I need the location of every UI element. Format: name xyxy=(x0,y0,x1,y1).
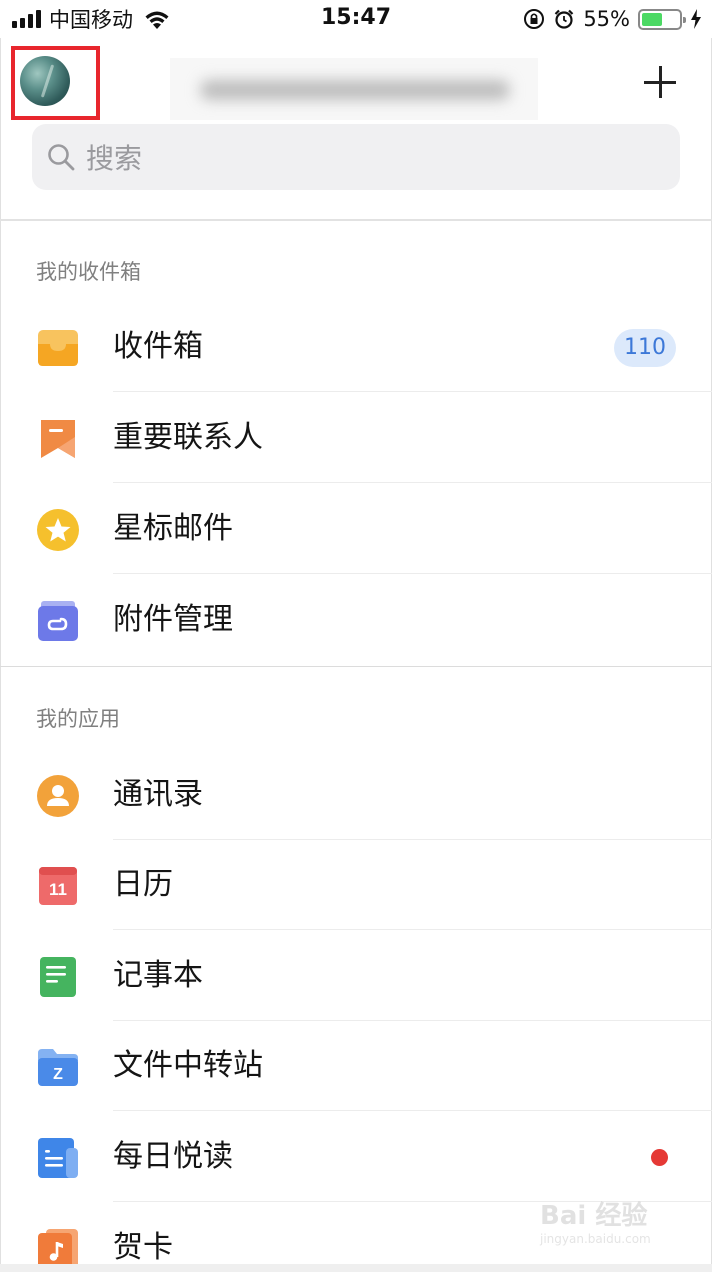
list-item-contacts[interactable]: 通讯录 xyxy=(0,750,712,840)
list-item-label: 日历 xyxy=(113,867,173,902)
baidu-jingyan-watermark: Bai 经验 jingyan.baidu.com xyxy=(540,1195,680,1255)
list-item-calendar[interactable]: 11 日历 xyxy=(0,840,712,930)
star-icon xyxy=(37,509,79,551)
unread-count-badge: 110 xyxy=(614,329,676,367)
watermark-subtext: jingyan.baidu.com xyxy=(540,1232,651,1246)
inbox-icon xyxy=(38,330,78,366)
list-item-starred-mail[interactable]: 星标邮件 xyxy=(0,484,712,574)
orientation-lock-icon xyxy=(524,9,545,29)
header xyxy=(0,38,712,124)
folder-icon-letter: Z xyxy=(53,1066,63,1083)
list-item-label: 贺卡 xyxy=(113,1230,173,1265)
list-item-label: 附件管理 xyxy=(113,602,233,637)
section-title-inbox: 我的收件箱 xyxy=(36,260,141,284)
contacts-icon xyxy=(37,775,79,817)
add-button[interactable] xyxy=(636,58,684,106)
avatar[interactable] xyxy=(20,56,70,106)
row-divider xyxy=(113,573,712,574)
list-item-inbox[interactable]: 收件箱 110 xyxy=(0,302,712,392)
search-placeholder: 搜索 xyxy=(86,142,143,175)
row-divider xyxy=(113,1110,712,1111)
list-item-label: 文件中转站 xyxy=(113,1048,263,1083)
search-icon xyxy=(48,144,75,171)
list-item-file-transfer[interactable]: Z 文件中转站 xyxy=(0,1021,712,1111)
battery-cap xyxy=(683,16,686,23)
list-item-label: 收件箱 xyxy=(113,329,203,364)
calendar-icon: 11 xyxy=(39,867,77,905)
search-input[interactable]: 搜索 xyxy=(32,124,680,190)
folder-icon: Z xyxy=(38,1049,78,1086)
section-title-apps: 我的应用 xyxy=(36,707,120,731)
list-item-label: 记事本 xyxy=(113,958,203,993)
calendar-icon-day: 11 xyxy=(49,880,67,899)
list-item-daily-reading[interactable]: 每日悦读 xyxy=(0,1112,712,1202)
status-bar-right: 55% xyxy=(523,6,702,32)
bottom-strip xyxy=(0,1264,712,1272)
reading-icon xyxy=(38,1138,78,1178)
battery-icon xyxy=(638,8,686,30)
list-item-label: 通讯录 xyxy=(113,777,203,812)
alarm-icon xyxy=(555,9,574,29)
section-divider xyxy=(0,666,712,667)
list-item-label: 重要联系人 xyxy=(113,420,263,455)
list-item-notepad[interactable]: 记事本 xyxy=(0,931,712,1021)
row-divider xyxy=(113,482,712,483)
row-divider xyxy=(113,929,712,930)
new-content-dot xyxy=(651,1149,668,1166)
charging-icon xyxy=(691,9,701,29)
list-item-label: 每日悦读 xyxy=(113,1139,233,1174)
list-item-important-contacts[interactable]: 重要联系人 xyxy=(0,393,712,483)
list-item-attachments[interactable]: 附件管理 xyxy=(0,575,712,665)
watermark-text: Bai 经验 xyxy=(540,1201,648,1231)
row-divider xyxy=(113,391,712,392)
account-name-blurred[interactable] xyxy=(170,58,538,120)
list-item-label: 星标邮件 xyxy=(113,511,233,546)
bookmark-icon xyxy=(41,420,75,458)
battery-fill xyxy=(642,12,662,26)
notepad-icon xyxy=(40,957,76,997)
battery-percent: 55% xyxy=(583,7,630,31)
header-divider xyxy=(0,219,712,221)
attachment-icon xyxy=(38,601,78,641)
status-bar: 中国移动 15:47 55% xyxy=(0,0,712,38)
